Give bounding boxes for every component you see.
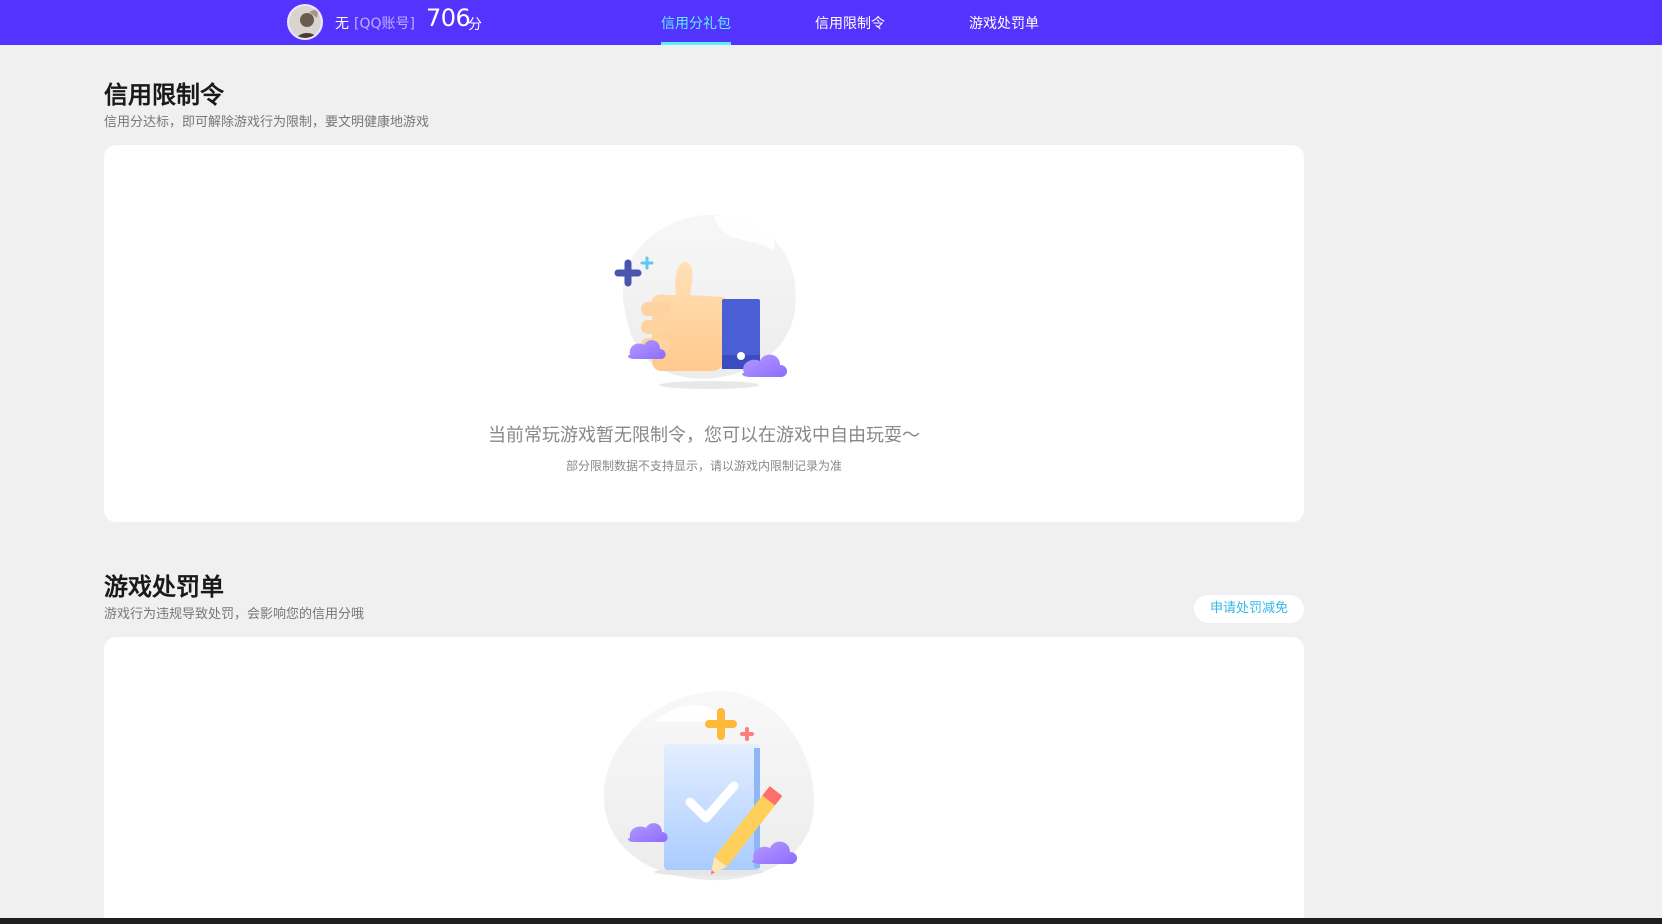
credit-score-unit: 分 [468, 17, 482, 33]
tab-game-penalty[interactable]: 游戏处罚单 [969, 13, 1039, 45]
restriction-section-title: 信用限制令 [104, 81, 224, 109]
restriction-section-subtitle: 信用分达标，即可解除游戏行为限制，要文明健康地游戏 [104, 115, 430, 130]
thumbs-up-icon [604, 205, 804, 399]
tab-credit-restriction[interactable]: 信用限制令 [815, 13, 885, 45]
apply-penalty-relief-button[interactable]: 申请处罚减免 [1194, 595, 1304, 623]
document-check-icon [594, 682, 834, 886]
penalty-section-subtitle: 游戏行为违规导致处罚，会影响您的信用分哦 [104, 607, 365, 622]
tab-credit-gift[interactable]: 信用分礼包 [661, 13, 731, 45]
penalty-section-title: 游戏处罚单 [104, 573, 224, 601]
top-nav-bar: 无 [QQ账号] 706 分 信用分礼包 信用限制令 游戏处罚单 [0, 0, 1662, 45]
restriction-card: 当前常玩游戏暂无限制令，您可以在游戏中自由玩耍～ 部分限制数据不支持显示，请以游… [104, 145, 1304, 522]
credit-score-value: 706 [426, 4, 471, 32]
restriction-empty-message: 当前常玩游戏暂无限制令，您可以在游戏中自由玩耍～ [488, 425, 920, 446]
penalty-card [104, 637, 1304, 924]
bottom-strip [0, 918, 1662, 924]
restriction-empty-note: 部分限制数据不支持显示，请以游戏内限制记录为准 [565, 459, 842, 473]
user-avatar[interactable] [287, 4, 323, 40]
account-type-label: [QQ账号] [354, 16, 415, 32]
user-name: 无 [335, 16, 349, 32]
